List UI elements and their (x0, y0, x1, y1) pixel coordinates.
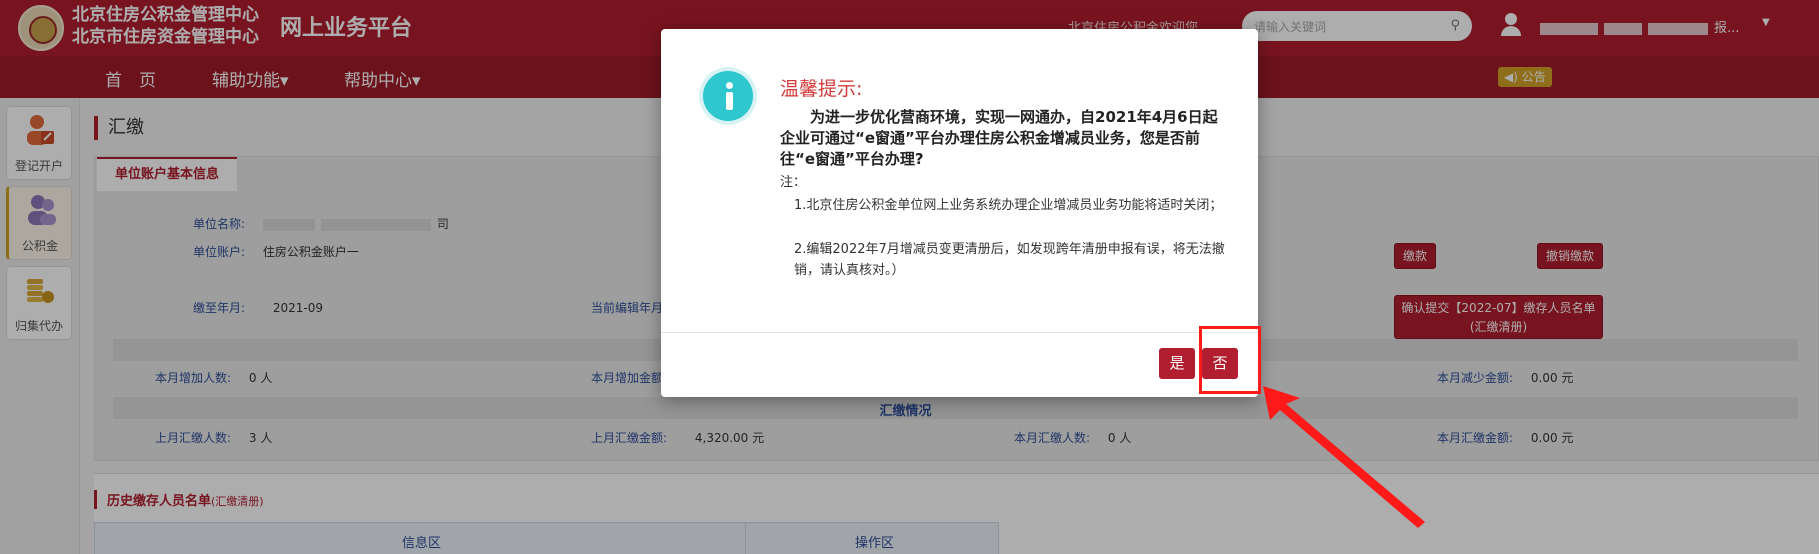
annotation-arrow-icon (1263, 386, 1425, 528)
